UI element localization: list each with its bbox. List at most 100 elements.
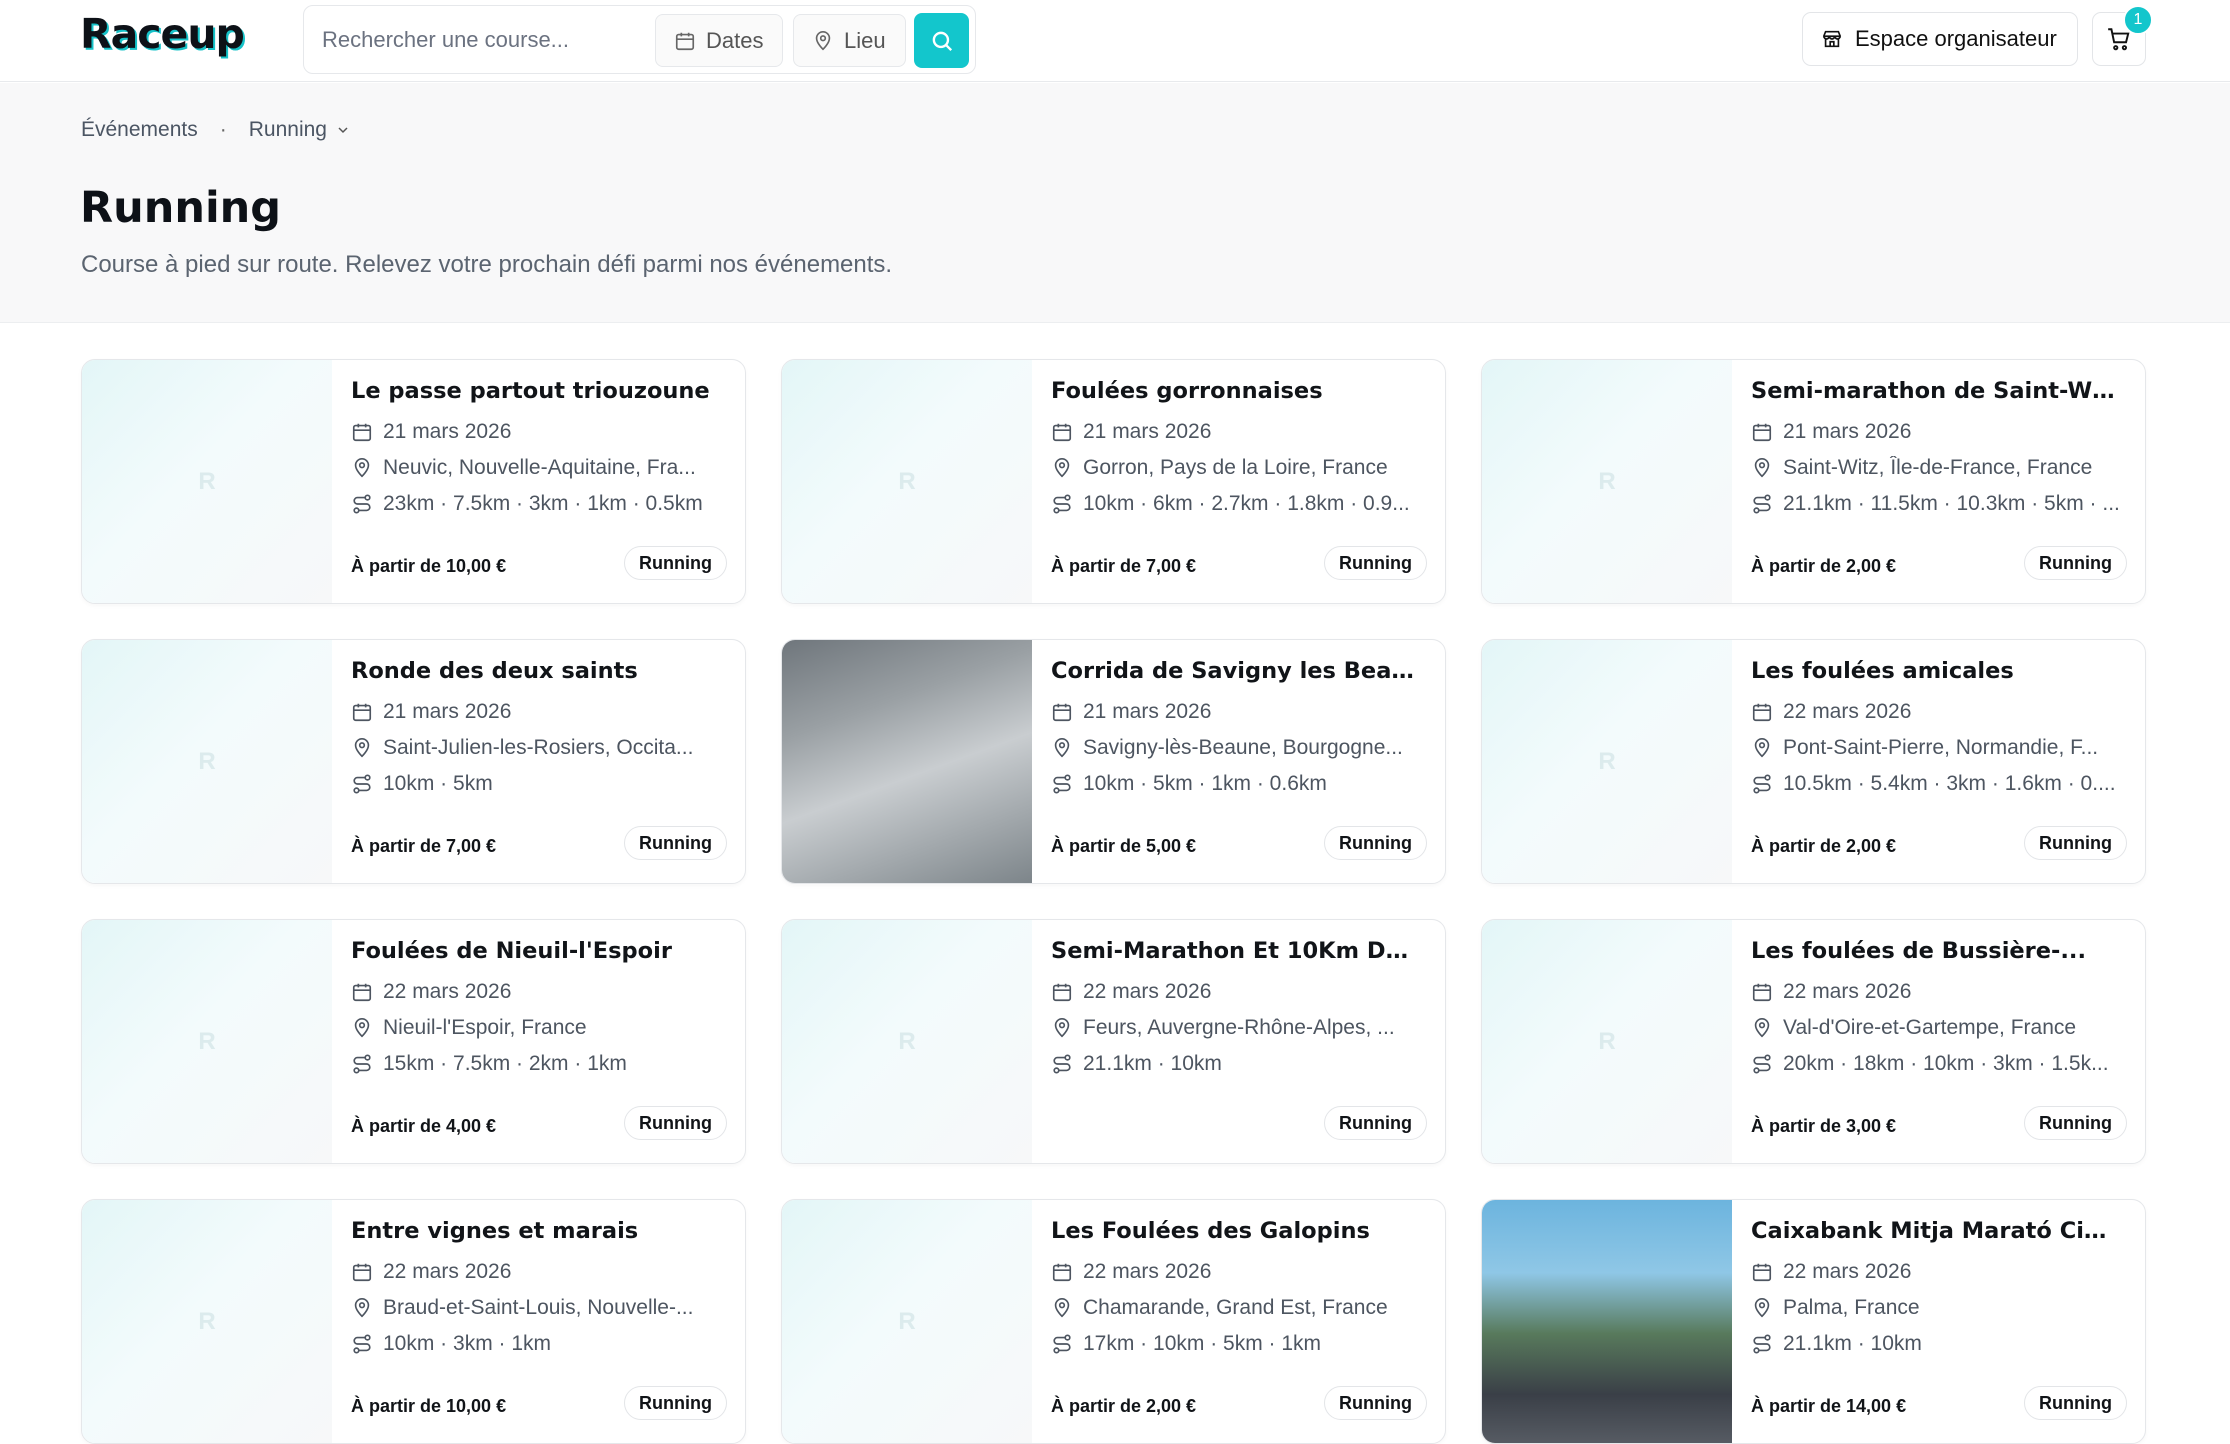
route-icon [353,774,371,794]
event-location-row: Palma, France [1751,1296,2121,1320]
route-icon [1753,494,1771,514]
map-pin-icon [1054,1298,1070,1318]
search-button[interactable] [914,13,969,68]
event-location-row: Feurs, Auvergne-Rhône-Alpes, ... [1051,1016,1421,1040]
event-location: Pont-Saint-Pierre, Normandie, F... [1783,736,2099,759]
event-date-row: 22 mars 2026 [1051,1260,1421,1284]
map-pin-icon [1754,738,1770,758]
event-date-row: 22 mars 2026 [1751,700,2121,724]
event-category-tag: Running [624,546,727,580]
placeholder-logo-mark: R [1598,1027,1616,1055]
event-date: 21 mars 2026 [383,420,512,443]
event-card[interactable]: Corrida de Savigny les Beaune... 21 mars… [781,639,1446,884]
event-card[interactable]: R Les foulées amicales 22 mars 2026 Pont… [1481,639,2146,884]
event-location: Nieuil-l'Espoir, France [383,1016,587,1039]
event-card[interactable]: R Entre vignes et marais 22 mars 2026 Br… [81,1199,746,1444]
map-pin-icon [815,30,831,50]
breadcrumb-events-link[interactable]: Événements [81,118,198,142]
event-card[interactable]: R Les foulées de Bussière-... 22 mars 20… [1481,919,2146,1164]
breadcrumb-category-dropdown[interactable]: Running [249,118,351,142]
raceup-logo[interactable]: Raceup [80,10,245,58]
search-input[interactable] [322,6,652,73]
event-date-row: 21 mars 2026 [1051,420,1421,444]
event-card[interactable]: Caixabank Mitja Marató Ciutat... 22 mars… [1481,1199,2146,1444]
event-date-row: 22 mars 2026 [1751,1260,2121,1284]
route-icon [1753,774,1771,794]
event-price: À partir de 4,00 € [351,1116,497,1136]
event-title: Les foulées amicales [1751,658,2014,684]
organizer-space-button[interactable]: Espace organisateur [1802,12,2078,66]
location-filter-button[interactable]: Lieu [793,14,906,67]
search-bar: Dates Lieu [303,5,976,74]
event-date: 21 mars 2026 [1083,700,1212,723]
placeholder-logo-mark: R [898,467,916,495]
event-location: Gorron, Pays de la Loire, France [1083,456,1388,479]
map-pin-icon [1054,1018,1070,1038]
organizer-space-label: Espace organisateur [1855,26,2057,51]
placeholder-logo-mark: R [198,467,216,495]
event-distances-row: 10km · 6km · 2.7km · 1.8km · 0.9... [1051,492,1421,516]
event-location-row: Saint-Witz, Île-de-France, France [1751,456,2121,480]
breadcrumb: Événements · Running [81,118,351,142]
event-category-tag: Running [1324,1106,1427,1140]
event-location-row: Pont-Saint-Pierre, Normandie, F... [1751,736,2121,760]
dates-filter-button[interactable]: Dates [655,14,783,67]
event-image: R [82,360,332,603]
event-date-row: 22 mars 2026 [1751,980,2121,1004]
event-card[interactable]: R Les Foulées des Galopins 22 mars 2026 … [781,1199,1446,1444]
event-date-row: 21 mars 2026 [351,420,721,444]
event-distances: 21.1km · 10km [1783,1332,1922,1355]
event-image: R [1482,640,1732,883]
event-card[interactable]: R Foulées de Nieuil-l'Espoir 22 mars 202… [81,919,746,1164]
event-price: À partir de 3,00 € [1751,1116,1897,1136]
calendar-icon [352,703,372,722]
event-location-row: Chamarande, Grand Est, France [1051,1296,1421,1320]
map-pin-icon [354,1298,370,1318]
event-price: À partir de 2,00 € [1751,556,1897,576]
placeholder-logo-mark: R [898,1307,916,1335]
event-date-row: 21 mars 2026 [1051,700,1421,724]
event-location: Chamarande, Grand Est, France [1083,1296,1388,1319]
event-distances: 17km · 10km · 5km · 1km [1083,1332,1322,1355]
route-icon [1053,494,1071,514]
event-title: Les foulées de Bussière-... [1751,938,2087,964]
event-image: R [1482,920,1732,1163]
placeholder-logo-mark: R [1598,467,1616,495]
event-title: Ronde des deux saints [351,658,638,684]
event-date: 22 mars 2026 [1783,700,1912,723]
event-title: Corrida de Savigny les Beaune... [1051,658,1421,684]
event-price: À partir de 14,00 € [1751,1396,1907,1416]
event-card[interactable]: R Le passe partout triouzoune 21 mars 20… [81,359,746,604]
calendar-icon [675,32,695,50]
event-distances-row: 10km · 5km · 1km · 0.6km [1051,772,1421,796]
event-image: R [1482,360,1732,603]
event-card[interactable]: R Ronde des deux saints 21 mars 2026 Sai… [81,639,746,884]
route-icon [353,1334,371,1354]
event-date-row: 22 mars 2026 [1051,980,1421,1004]
map-pin-icon [1754,1298,1770,1318]
event-card[interactable]: R Semi-Marathon Et 10Km De... 22 mars 20… [781,919,1446,1164]
event-distances-row: 23km · 7.5km · 3km · 1km · 0.5km [351,492,721,516]
page-subtitle: Course à pied sur route. Relevez votre p… [81,251,893,278]
event-distances: 10km · 5km · 1km · 0.6km [1083,772,1327,795]
event-card[interactable]: R Foulées gorronnaises 21 mars 2026 Gorr… [781,359,1446,604]
event-distances-row: 10km · 5km [351,772,721,796]
cart-button[interactable]: 1 [2092,5,2153,66]
event-location: Savigny-lès-Beaune, Bourgogne... [1083,736,1403,759]
event-price: À partir de 10,00 € [351,1396,507,1416]
event-image [782,640,1032,883]
category-hero: Événements · Running Running Course à pi… [0,83,2230,323]
event-distances: 10km · 5km [383,772,493,795]
map-pin-icon [354,1018,370,1038]
placeholder-logo-mark: R [198,1307,216,1335]
event-image: R [82,1200,332,1443]
event-image: R [782,360,1032,603]
event-location: Braud-et-Saint-Louis, Nouvelle-... [383,1296,694,1319]
event-distances-row: 21.1km · 11.5km · 10.3km · 5km · ... [1751,492,2121,516]
event-card[interactable]: R Semi-marathon de Saint-Witz 21 mars 20… [1481,359,2146,604]
event-location: Saint-Witz, Île-de-France, France [1783,456,2093,479]
placeholder-logo-mark: R [198,1027,216,1055]
event-location-row: Braud-et-Saint-Louis, Nouvelle-... [351,1296,721,1320]
event-distances-row: 10.5km · 5.4km · 3km · 1.6km · 0.... [1751,772,2121,796]
event-distances-row: 21.1km · 10km [1751,1332,2121,1356]
